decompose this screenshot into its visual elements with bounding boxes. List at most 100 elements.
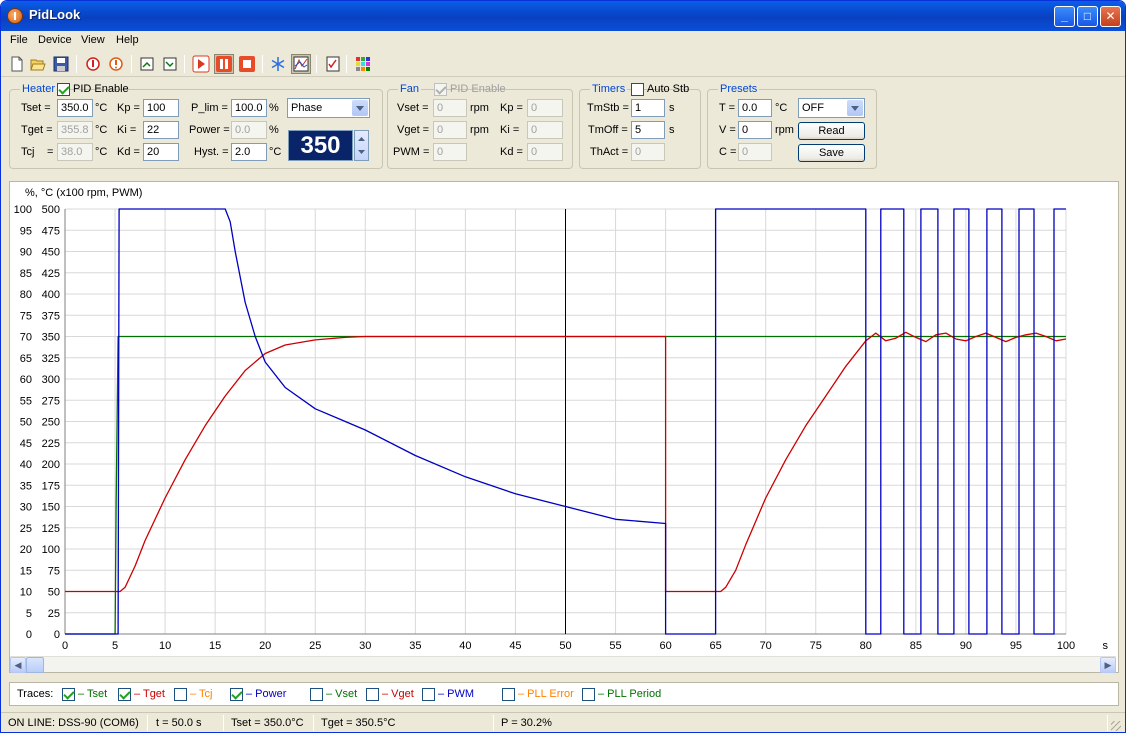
scroll-right-icon[interactable]: ▶ bbox=[1100, 657, 1116, 673]
x-axis-label: s bbox=[1103, 640, 1109, 652]
trace-checkbox[interactable] bbox=[230, 688, 243, 701]
tmoff-field[interactable]: 5 bbox=[631, 121, 665, 139]
horizontal-scrollbar[interactable]: ◀ ▶ bbox=[10, 656, 1116, 673]
kp-field[interactable]: 100 bbox=[143, 99, 179, 117]
play-icon[interactable] bbox=[191, 54, 211, 74]
y-tick-label-percent: 70 bbox=[20, 332, 32, 344]
preset-v-unit: rpm bbox=[775, 124, 794, 136]
save-icon[interactable] bbox=[51, 54, 71, 74]
trace-checkbox[interactable] bbox=[366, 688, 379, 701]
y-tick-label-temp: 200 bbox=[42, 459, 60, 471]
trace-checkbox[interactable] bbox=[422, 688, 435, 701]
close-button[interactable]: ✕ bbox=[1100, 6, 1121, 27]
x-tick-label: 5 bbox=[112, 640, 118, 652]
kp-label: Kp = bbox=[117, 102, 140, 114]
export-icon[interactable] bbox=[137, 54, 157, 74]
menu-device[interactable]: Device bbox=[38, 34, 72, 46]
chevron-down-icon bbox=[847, 100, 863, 116]
timers-title: Timers bbox=[590, 83, 628, 95]
fan-ki-field: 0 bbox=[527, 121, 563, 139]
tcj-field: 38.0 bbox=[57, 143, 93, 161]
grid-icon[interactable] bbox=[353, 54, 373, 74]
preset-v-field[interactable]: 0 bbox=[738, 121, 772, 139]
trace-checkbox[interactable] bbox=[310, 688, 323, 701]
chart-icon[interactable] bbox=[291, 54, 311, 74]
open-icon[interactable] bbox=[28, 54, 48, 74]
trace-chart[interactable]: 0 5 10 15 20 25 30 35 40 45 50 55 60 65 70 75 80 85 90 95 10… bbox=[10, 182, 1118, 656]
y-tick-label-percent: 30 bbox=[20, 502, 32, 514]
y-tick-label-percent: 45 bbox=[20, 438, 32, 450]
import-icon[interactable] bbox=[160, 54, 180, 74]
trace-checkbox[interactable] bbox=[502, 688, 515, 701]
vset-label: Vset = bbox=[397, 102, 429, 114]
x-tick-label: 100 bbox=[1057, 640, 1075, 652]
y-axis-label: %, °C (x100 rpm, PWM) bbox=[25, 187, 142, 199]
trace-checkbox[interactable] bbox=[582, 688, 595, 701]
minimize-button[interactable]: _ bbox=[1054, 6, 1075, 27]
heater-pid-enable-label: PID Enable bbox=[73, 83, 129, 95]
y-tick-label-temp: 375 bbox=[42, 310, 60, 322]
preset-v-label: V = bbox=[719, 124, 736, 136]
new-icon[interactable] bbox=[7, 54, 27, 74]
save-button[interactable]: Save bbox=[798, 144, 865, 162]
maximize-button[interactable]: □ bbox=[1077, 6, 1098, 27]
y-tick-label-percent: 55 bbox=[20, 395, 32, 407]
preset-mode-select[interactable]: OFF bbox=[798, 98, 865, 118]
trace-label: – Tget bbox=[134, 688, 165, 700]
traces-panel: Traces: – Tset – Tget – Tcj – Power – Vset – … bbox=[9, 682, 1119, 706]
title-bar[interactable]: PidLook _ □ ✕ bbox=[1, 1, 1125, 31]
trace-checkbox[interactable] bbox=[118, 688, 131, 701]
y-tick-label-percent: 40 bbox=[20, 459, 32, 471]
y-tick-label-percent: 75 bbox=[20, 310, 32, 322]
stop-icon[interactable] bbox=[237, 54, 257, 74]
tmoff-label: TmOff = bbox=[588, 124, 628, 136]
scroll-left-icon[interactable]: ◀ bbox=[10, 657, 26, 673]
tcj-label: Tcj bbox=[21, 146, 35, 158]
tmstb-field[interactable]: 1 bbox=[631, 99, 665, 117]
preset-t-field[interactable]: 0.0 bbox=[738, 99, 772, 117]
tset-field[interactable]: 350.0 bbox=[57, 99, 93, 117]
snowflake-icon[interactable] bbox=[268, 54, 288, 74]
chart-panel[interactable]: 0 5 10 15 20 25 30 35 40 45 50 55 60 65 70 75 80 85 90 95 10… bbox=[9, 181, 1119, 673]
y-tick-label-temp: 75 bbox=[48, 565, 60, 577]
x-tick-label: 25 bbox=[309, 640, 321, 652]
power-off-icon[interactable] bbox=[106, 54, 126, 74]
menu-bar: File Device View Help bbox=[1, 31, 1125, 51]
read-button[interactable]: Read bbox=[798, 122, 865, 140]
ki-field[interactable]: 22 bbox=[143, 121, 179, 139]
fan-kp-label: Kp = bbox=[500, 102, 523, 114]
y-tick-label-percent: 25 bbox=[20, 523, 32, 535]
trace-checkbox[interactable] bbox=[62, 688, 75, 701]
y-tick-label-temp: 225 bbox=[42, 438, 60, 450]
x-tick-label: 90 bbox=[960, 640, 972, 652]
x-tick-label: 70 bbox=[760, 640, 772, 652]
menu-file[interactable]: File bbox=[10, 34, 28, 46]
heater-pid-enable-checkbox[interactable] bbox=[57, 83, 70, 96]
hyst-field[interactable]: 2.0 bbox=[231, 143, 267, 161]
power-on-icon[interactable] bbox=[83, 54, 103, 74]
kd-field[interactable]: 20 bbox=[143, 143, 179, 161]
temperature-spinner[interactable] bbox=[354, 130, 369, 161]
app-icon bbox=[7, 8, 23, 24]
fan-title: Fan bbox=[398, 83, 421, 95]
trace-label: – Tset bbox=[78, 688, 108, 700]
x-tick-label: 40 bbox=[459, 640, 471, 652]
y-tick-label-percent: 85 bbox=[20, 268, 32, 280]
plim-field[interactable]: 100.0 bbox=[231, 99, 267, 117]
pause-icon[interactable] bbox=[214, 54, 234, 74]
vset-unit: rpm bbox=[470, 102, 489, 114]
x-tick-label: 95 bbox=[1010, 640, 1022, 652]
y-tick-label-percent: 100 bbox=[14, 204, 32, 216]
menu-view[interactable]: View bbox=[81, 34, 105, 46]
x-tick-label: 55 bbox=[609, 640, 621, 652]
resize-grip-icon[interactable] bbox=[1111, 721, 1121, 731]
checklist-icon[interactable] bbox=[323, 54, 343, 74]
auto-stb-checkbox[interactable] bbox=[631, 83, 644, 96]
scroll-thumb[interactable] bbox=[26, 657, 44, 673]
vset-field: 0 bbox=[433, 99, 467, 117]
trace-checkbox[interactable] bbox=[174, 688, 187, 701]
vget-unit: rpm bbox=[470, 124, 489, 136]
heater-mode-select[interactable]: Phase bbox=[287, 98, 370, 118]
y-tick-label-temp: 350 bbox=[42, 332, 60, 344]
menu-help[interactable]: Help bbox=[116, 34, 139, 46]
